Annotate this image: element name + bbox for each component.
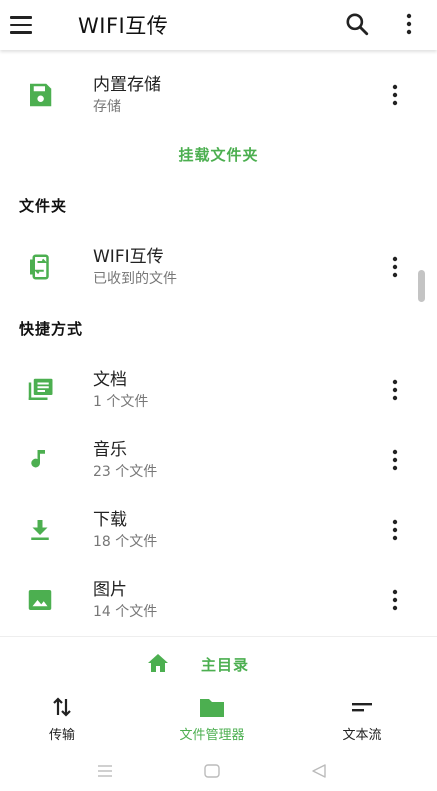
- app-bar: WIFI互传: [0, 0, 437, 50]
- image-icon: [28, 590, 52, 610]
- nav-label: 传输: [48, 728, 75, 743]
- documents-icon: [28, 378, 53, 400]
- shortcut-name: 图片: [93, 580, 127, 600]
- nav-label: 文件管理器: [179, 728, 245, 743]
- nav-item-file-manager[interactable]: 文件管理器: [139, 694, 285, 743]
- shortcuts-header: 快捷方式: [19, 320, 84, 338]
- file-manager-content: 内置存储 存储 挂载文件夹 文件夹 WIFI互传 已收到的文件 快捷方式 文档 …: [0, 50, 437, 636]
- shortcut-item-music[interactable]: 音乐 23 个文件: [0, 429, 437, 489]
- folder-item[interactable]: WIFI互传 已收到的文件: [0, 236, 437, 296]
- scrollbar-thumb[interactable]: [418, 270, 425, 302]
- recent-apps-icon[interactable]: [96, 762, 114, 780]
- shortcut-item-downloads[interactable]: 下载 18 个文件: [0, 499, 437, 559]
- folder-icon: [200, 699, 224, 717]
- shortcut-name: 文档: [93, 370, 127, 390]
- download-icon: [31, 520, 49, 540]
- more-vert-icon[interactable]: [386, 82, 404, 108]
- home-square-icon[interactable]: [203, 762, 221, 780]
- more-vert-icon[interactable]: [386, 587, 404, 613]
- more-vert-icon[interactable]: [386, 447, 404, 473]
- shortcut-count: 23 个文件: [93, 464, 158, 480]
- nav-label: 文本流: [342, 728, 382, 743]
- music-note-icon: [31, 450, 45, 468]
- more-vert-icon[interactable]: [386, 254, 404, 280]
- home-directory-bar[interactable]: 主目录: [0, 636, 437, 688]
- overflow-menu-icon[interactable]: [398, 11, 420, 37]
- shortcut-count: 1 个文件: [93, 394, 149, 410]
- system-navigation-bar: [0, 750, 437, 791]
- more-vert-icon[interactable]: [386, 377, 404, 403]
- nav-item-text-stream[interactable]: 文本流: [289, 694, 435, 743]
- shortcut-count: 18 个文件: [93, 534, 158, 550]
- shortcut-count: 14 个文件: [93, 604, 158, 620]
- menu-icon[interactable]: [10, 12, 36, 38]
- save-disk-icon: [30, 83, 52, 107]
- shortcut-item-documents[interactable]: 文档 1 个文件: [0, 359, 437, 419]
- folder-sub: 已收到的文件: [93, 271, 177, 287]
- search-icon[interactable]: [344, 11, 370, 37]
- storage-name: 内置存储: [93, 75, 161, 95]
- folders-header: 文件夹: [19, 197, 68, 215]
- storage-sub: 存储: [93, 99, 121, 115]
- nav-item-transfer[interactable]: 传输: [0, 694, 135, 743]
- back-triangle-icon[interactable]: [310, 762, 328, 780]
- bottom-navigation: 传输 文件管理器 文本流: [0, 688, 437, 750]
- storage-row[interactable]: 内置存储 存储: [0, 64, 437, 124]
- home-icon: [148, 654, 168, 672]
- shortcut-item-pictures[interactable]: 图片 14 个文件: [0, 569, 437, 629]
- mount-folder-button[interactable]: 挂载文件夹: [0, 144, 437, 165]
- text-lines-icon: [352, 703, 372, 712]
- app-title: WIFI互传: [78, 14, 169, 38]
- shortcut-name: 音乐: [93, 440, 127, 460]
- more-vert-icon[interactable]: [386, 517, 404, 543]
- phone-transfer-icon: [30, 254, 49, 280]
- folder-name: WIFI互传: [93, 247, 164, 267]
- home-label: 主目录: [201, 656, 250, 674]
- transfer-arrows-icon: [53, 697, 71, 717]
- shortcut-name: 下载: [93, 510, 127, 530]
